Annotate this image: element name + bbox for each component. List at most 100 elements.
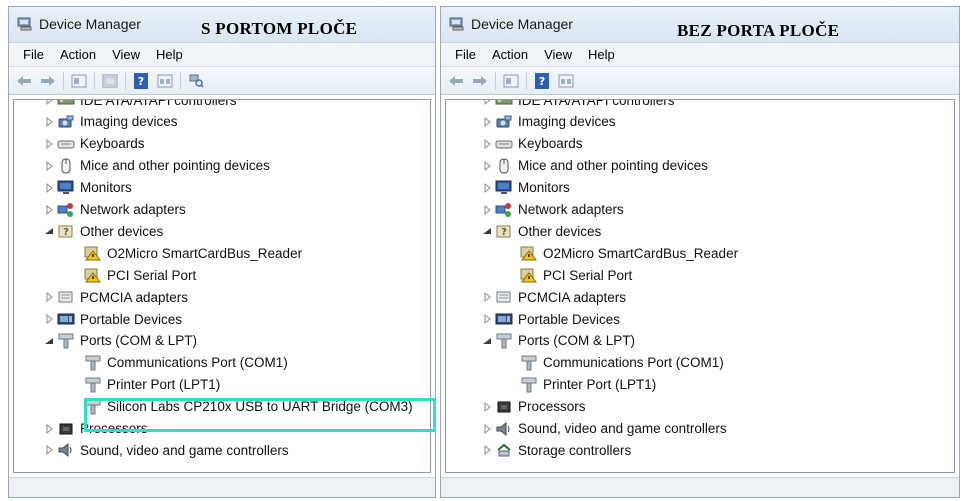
collapsed-arrow-icon[interactable]: [482, 160, 492, 171]
menu-file[interactable]: File: [447, 47, 484, 62]
tree-item[interactable]: Portable Devices: [44, 308, 182, 330]
menu-file[interactable]: File: [15, 47, 52, 62]
collapsed-arrow-icon[interactable]: [482, 423, 492, 434]
tree-item-label: Mice and other pointing devices: [80, 158, 270, 174]
tree-item[interactable]: Silicon Labs CP210x USB to UART Bridge (…: [84, 396, 413, 418]
menu-bar: File Action View Help: [9, 43, 435, 67]
view-icon[interactable]: [156, 73, 174, 89]
collapsed-arrow-icon[interactable]: [44, 100, 54, 105]
status-bar: [9, 477, 435, 497]
tree-item[interactable]: Sound, video and game controllers: [44, 439, 289, 461]
help-icon[interactable]: ?: [533, 72, 551, 89]
back-arrow-icon[interactable]: [15, 73, 33, 89]
collapsed-arrow-icon[interactable]: [44, 292, 54, 303]
collapsed-arrow-icon[interactable]: [482, 138, 492, 149]
tree-item[interactable]: Storage controllers: [482, 439, 631, 461]
collapsed-arrow-icon[interactable]: [44, 182, 54, 193]
help-icon[interactable]: ?: [132, 72, 150, 89]
collapsed-arrow-icon[interactable]: [44, 160, 54, 171]
collapsed-arrow-icon[interactable]: [482, 401, 492, 412]
collapsed-arrow-icon[interactable]: [44, 204, 54, 215]
tree-item[interactable]: Ports (COM & LPT): [44, 330, 197, 352]
menu-help[interactable]: Help: [148, 47, 191, 62]
tree-item[interactable]: Communications Port (COM1): [520, 352, 724, 374]
expanded-arrow-icon[interactable]: [482, 336, 492, 346]
tree-item[interactable]: O2Micro SmartCardBus_Reader: [84, 242, 302, 264]
tree-item[interactable]: PCMCIA adapters: [482, 286, 626, 308]
tree-item[interactable]: Ports (COM & LPT): [482, 330, 635, 352]
collapsed-arrow-icon[interactable]: [482, 292, 492, 303]
tree-item-label: Sound, video and game controllers: [518, 421, 727, 436]
back-arrow-icon[interactable]: [447, 73, 465, 89]
tree-item-label: IDE ATA/ATAPI controllers: [518, 99, 675, 108]
tree-item[interactable]: PCMCIA adapters: [44, 286, 188, 308]
tree-item[interactable]: IDE ATA/ATAPI controllers: [482, 99, 675, 111]
svg-text:?: ?: [539, 75, 545, 88]
tree-item[interactable]: Network adapters: [482, 199, 624, 221]
tree-item-label: Ports (COM & LPT): [518, 333, 636, 349]
collapsed-arrow-icon[interactable]: [44, 138, 54, 149]
properties-icon[interactable]: [70, 73, 88, 89]
menu-view[interactable]: View: [104, 47, 148, 62]
title-bar[interactable]: Device Manager S PORTOM PLOČE: [9, 7, 435, 43]
view-icon[interactable]: [557, 73, 575, 89]
tree-item[interactable]: IDE ATA/ATAPI controllers: [44, 100, 237, 111]
collapsed-arrow-icon[interactable]: [44, 423, 54, 434]
collapsed-arrow-icon[interactable]: [482, 445, 492, 456]
tree-item[interactable]: Sound, video and game controllers: [482, 418, 727, 440]
tree-item[interactable]: O2Micro SmartCardBus_Reader: [520, 242, 738, 264]
properties-icon[interactable]: [502, 73, 520, 89]
expanded-arrow-icon[interactable]: [44, 226, 54, 236]
tree-item-label: Printer Port (LPT1): [107, 377, 221, 393]
collapsed-arrow-icon[interactable]: [482, 204, 492, 215]
tree-item-label: Silicon Labs CP210x USB to UART Bridge (…: [107, 399, 413, 415]
collapsed-arrow-icon[interactable]: [44, 116, 54, 127]
expanded-arrow-icon[interactable]: [482, 226, 492, 236]
tree-item-label: Portable Devices: [80, 311, 183, 327]
monitor-icon: [57, 180, 75, 196]
menu-action[interactable]: Action: [52, 47, 104, 62]
tree-item[interactable]: Processors: [44, 418, 148, 440]
title-bar[interactable]: Device Manager BEZ PORTA PLOČE: [441, 7, 959, 43]
tree-item[interactable]: Imaging devices: [44, 111, 178, 133]
device-tree[interactable]: IDE ATA/ATAPI controllers Imaging devices…: [13, 99, 431, 473]
forward-arrow-icon[interactable]: [39, 73, 57, 89]
tree-item-label: Other devices: [80, 223, 164, 239]
menu-view[interactable]: View: [536, 47, 580, 62]
tree-item[interactable]: Network adapters: [44, 199, 186, 221]
tree-item[interactable]: Processors: [482, 396, 586, 418]
device-tree[interactable]: IDE ATA/ATAPI controllers Imaging devices…: [445, 99, 955, 473]
tree-item[interactable]: Imaging devices: [482, 111, 616, 133]
toolbar-separator: [526, 71, 527, 90]
tree-item[interactable]: Monitors: [44, 177, 132, 199]
tree-item-label: Storage controllers: [518, 442, 632, 458]
tree-item[interactable]: Mice and other pointing devices: [44, 155, 270, 177]
tree-item-label: Monitors: [518, 180, 570, 196]
collapsed-arrow-icon[interactable]: [482, 182, 492, 193]
port-icon: [520, 355, 538, 371]
tree-item[interactable]: Printer Port (LPT1): [84, 374, 220, 396]
tree-item[interactable]: ? Other devices: [482, 220, 601, 242]
menu-action[interactable]: Action: [484, 47, 536, 62]
tree-item[interactable]: PCI Serial Port: [84, 264, 196, 286]
collapsed-arrow-icon[interactable]: [482, 314, 492, 324]
tree-item[interactable]: Keyboards: [482, 133, 583, 155]
tree-item[interactable]: Mice and other pointing devices: [482, 155, 708, 177]
scan-hardware-icon[interactable]: [187, 73, 205, 89]
forward-arrow-icon[interactable]: [471, 73, 489, 89]
collapsed-arrow-icon[interactable]: [482, 116, 492, 127]
toolbar-separator: [125, 71, 126, 90]
tree-item[interactable]: Communications Port (COM1): [84, 352, 288, 374]
menu-help[interactable]: Help: [580, 47, 623, 62]
tree-item[interactable]: ? Other devices: [44, 220, 163, 242]
expanded-arrow-icon[interactable]: [44, 336, 54, 346]
collapsed-arrow-icon[interactable]: [44, 445, 54, 456]
collapsed-arrow-icon[interactable]: [44, 314, 54, 324]
tree-item[interactable]: Monitors: [482, 177, 570, 199]
collapsed-arrow-icon[interactable]: [482, 100, 492, 105]
update-driver-icon[interactable]: [101, 73, 119, 89]
tree-item[interactable]: Portable Devices: [482, 308, 620, 330]
tree-item[interactable]: Printer Port (LPT1): [520, 374, 656, 396]
tree-item[interactable]: Keyboards: [44, 133, 145, 155]
tree-item[interactable]: PCI Serial Port: [520, 264, 632, 286]
